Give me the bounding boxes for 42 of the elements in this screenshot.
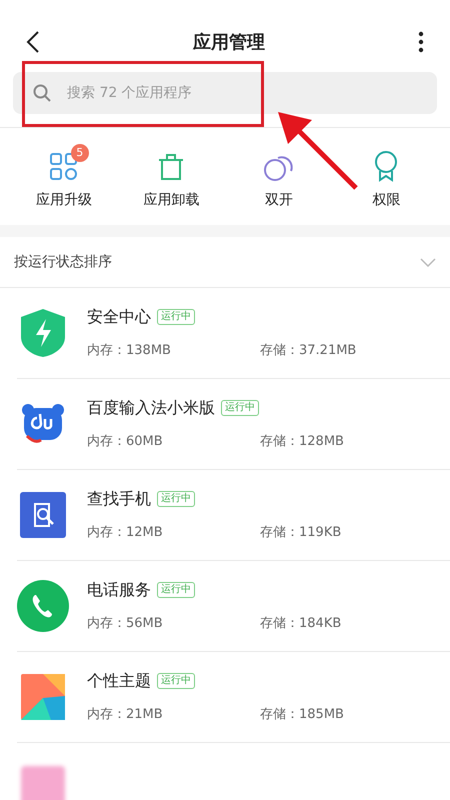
memory-usage: 内存：12MB [87, 524, 164, 542]
status-tag: 运行中 [221, 400, 259, 416]
bear-icon [21, 402, 65, 446]
blurred-app-icon [21, 766, 65, 800]
app-row[interactable]: 电话服务 运行中 内存：56MB 存储：184KB [17, 561, 450, 652]
phone-icon [17, 580, 69, 632]
shortcut-button[interactable]: 应用卸载 [126, 148, 216, 211]
chevron-down-icon [420, 258, 436, 266]
app-row[interactable]: 查找手机 运行中 内存：12MB 存储：119KB [17, 470, 450, 561]
search-field[interactable]: 搜索 72 个应用程序 [13, 72, 437, 114]
search-phone-icon [20, 492, 66, 538]
more-icon[interactable] [418, 31, 424, 53]
app-row[interactable]: 百度输入法小米版 运行中 内存：60MB 存储：128MB [17, 379, 450, 470]
storage-usage: 存储：184KB [260, 615, 342, 634]
count-badge: 5 [70, 144, 89, 162]
memory-usage: 内存：21MB [87, 706, 164, 724]
storage-usage: 存储：128MB [260, 433, 344, 452]
memory-usage: 内存：138MB [87, 342, 172, 360]
app-name: 查找手机 [87, 488, 151, 510]
grid-icon [48, 152, 79, 182]
back-icon[interactable] [26, 31, 40, 53]
storage-usage: 存储：37.21MB [260, 342, 356, 360]
app-row[interactable]: 个性主题 运行中 内存：21MB 存储：185MB [17, 652, 450, 743]
app-name: 个性主题 [87, 670, 151, 692]
memory-usage: 内存：56MB [87, 615, 164, 634]
storage-usage: 存储：185MB [260, 706, 344, 724]
status-tag: 运行中 [157, 582, 195, 598]
shortcut-button[interactable]: 权限 [341, 148, 432, 211]
storage-usage: 存储：119KB [260, 524, 342, 542]
shortcut-button[interactable]: 双开 [234, 148, 324, 211]
page-title: 应用管理 [193, 30, 265, 54]
memory-usage: 内存：60MB [87, 433, 164, 452]
status-tag: 运行中 [157, 673, 195, 690]
status-tag: 运行中 [157, 491, 195, 508]
status-tag: 运行中 [157, 309, 195, 326]
search-icon [33, 84, 51, 102]
app-name: 百度输入法小米版 [87, 397, 215, 420]
sort-dropdown[interactable]: 按运行状态排序 [0, 237, 450, 288]
app-row[interactable]: 安全中心 运行中 内存：138MB 存储：37.21MB [17, 288, 450, 379]
app-name: 电话服务 [87, 579, 151, 602]
shield-icon [19, 307, 67, 359]
app-name: 安全中心 [87, 306, 151, 328]
